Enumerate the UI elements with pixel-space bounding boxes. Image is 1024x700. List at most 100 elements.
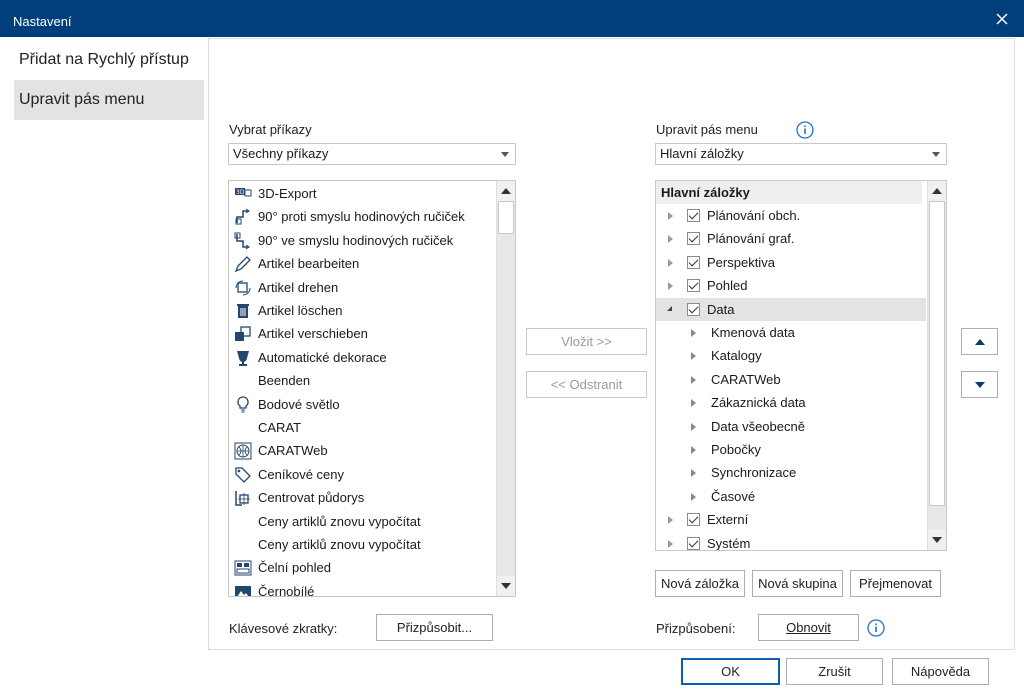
scroll-thumb[interactable] bbox=[929, 201, 945, 506]
globe-icon bbox=[234, 442, 252, 460]
collapsed-arrow-icon[interactable] bbox=[668, 516, 673, 525]
command-list-item[interactable]: Artikel bearbeiten bbox=[229, 252, 493, 275]
command-list-item[interactable]: 3D 3D-Export bbox=[229, 182, 493, 205]
tree-group-item[interactable]: Katalogy bbox=[656, 344, 926, 367]
info-icon[interactable] bbox=[867, 619, 885, 637]
tree-group-item[interactable]: Pobočky bbox=[656, 438, 926, 461]
arrow-up-icon bbox=[932, 188, 942, 194]
collapsed-arrow-icon[interactable] bbox=[691, 469, 696, 478]
collapsed-arrow-icon[interactable] bbox=[691, 329, 696, 337]
collapsed-arrow-icon[interactable] bbox=[691, 422, 696, 431]
tree-group-item[interactable]: Data všeobecně bbox=[656, 415, 926, 438]
price-tag-icon bbox=[234, 466, 252, 484]
tree-group-item[interactable]: Časové bbox=[656, 485, 926, 508]
command-list-item[interactable]: Ceny artiklů znovu vypočítat bbox=[229, 533, 493, 556]
command-label: Centrovat půdorys bbox=[258, 490, 365, 506]
collapsed-arrow-icon[interactable] bbox=[691, 446, 696, 454]
collapsed-arrow-icon[interactable] bbox=[691, 399, 696, 408]
cancel-button[interactable]: Zrušit bbox=[786, 658, 883, 685]
tab-checkbox[interactable] bbox=[687, 513, 700, 527]
tree-header-label: Hlavní záložky bbox=[661, 185, 750, 200]
expanded-arrow-icon[interactable] bbox=[667, 305, 672, 311]
tab-checkbox[interactable] bbox=[687, 302, 700, 316]
tree-scrollbar[interactable] bbox=[927, 181, 946, 550]
new-group-button[interactable]: Nová skupina bbox=[752, 570, 843, 597]
command-list-item[interactable]: 90° proti smyslu hodinových ručiček bbox=[229, 205, 493, 228]
scroll-down-button[interactable] bbox=[928, 530, 946, 550]
insert-button[interactable]: Vložit >> bbox=[526, 328, 647, 355]
command-list-item[interactable]: Ceníkové ceny bbox=[229, 463, 493, 486]
command-label: CARAT bbox=[258, 420, 302, 435]
tree-tab-item[interactable]: Pohled bbox=[656, 274, 926, 297]
nav-item-label: Upravit pás menu bbox=[19, 91, 145, 108]
help-button[interactable]: Nápověda bbox=[892, 658, 989, 685]
close-icon[interactable] bbox=[992, 9, 1012, 29]
tree-group-item[interactable]: CARATWeb bbox=[656, 368, 926, 391]
scroll-down-button[interactable] bbox=[497, 576, 515, 596]
tab-checkbox[interactable] bbox=[687, 209, 700, 222]
command-list-item[interactable]: Ceny artiklů znovu vypočítat bbox=[229, 510, 493, 533]
command-label: Ceny artiklů znovu vypočítat bbox=[258, 513, 421, 529]
tree-group-item[interactable]: Zákaznická data bbox=[656, 391, 926, 414]
command-list-item[interactable]: Artikel drehen bbox=[229, 276, 493, 299]
collapsed-arrow-icon[interactable] bbox=[668, 235, 673, 244]
customize-shortcuts-button[interactable]: Přizpůsobit... bbox=[376, 614, 493, 641]
commands-list[interactable]: Černobílé Čelní pohled Ceny artiklů znovu … bbox=[228, 180, 516, 597]
command-list-item[interactable]: Automatické dekorace bbox=[229, 346, 493, 369]
nav-item-customize-ribbon[interactable]: Upravit pás menu bbox=[14, 80, 204, 120]
tree-item-label: Perspektiva bbox=[707, 254, 775, 270]
command-list-item[interactable]: Čelní pohled bbox=[229, 556, 493, 579]
tree-tab-item[interactable]: Plánování obch. bbox=[656, 204, 926, 227]
ribbon-tabs-combobox[interactable]: Hlavní záložky bbox=[655, 143, 947, 165]
command-list-item[interactable]: Beenden bbox=[229, 369, 493, 392]
tab-checkbox[interactable] bbox=[687, 232, 700, 246]
commands-scrollbar[interactable] bbox=[496, 181, 515, 596]
command-label: CARATWeb bbox=[258, 443, 328, 459]
collapsed-arrow-icon[interactable] bbox=[668, 282, 673, 291]
rotate-cw-icon bbox=[234, 232, 252, 250]
command-list-item[interactable]: CARATWeb bbox=[229, 439, 493, 462]
tree-tab-item[interactable]: Externí bbox=[656, 508, 926, 531]
commands-combobox[interactable]: Všechny příkazy bbox=[228, 143, 516, 165]
command-list-item[interactable]: Artikel verschieben bbox=[229, 322, 493, 345]
tree-group-item[interactable]: Kmenová data bbox=[656, 321, 926, 344]
button-label: OK bbox=[721, 664, 740, 679]
move-down-button[interactable] bbox=[961, 371, 998, 398]
remove-button[interactable]: << Odstranit bbox=[526, 371, 647, 398]
chevron-down-icon bbox=[501, 152, 509, 157]
collapsed-arrow-icon[interactable] bbox=[668, 212, 673, 220]
command-list-item[interactable]: CARAT bbox=[229, 416, 493, 439]
tab-checkbox[interactable] bbox=[687, 536, 700, 550]
rename-button[interactable]: Přejmenovat bbox=[850, 570, 941, 597]
tree-tab-item[interactable]: Systém bbox=[656, 532, 926, 550]
new-tab-button[interactable]: Nová záložka bbox=[655, 570, 745, 597]
nav-item-quick-access[interactable]: Přidat na Rychlý přístup bbox=[14, 40, 204, 80]
collapsed-arrow-icon[interactable] bbox=[691, 352, 696, 361]
tree-item-label: CARATWeb bbox=[711, 371, 781, 387]
center-plan-icon bbox=[234, 489, 252, 507]
collapsed-arrow-icon[interactable] bbox=[668, 258, 673, 267]
scroll-up-button[interactable] bbox=[497, 181, 515, 201]
tree-tab-item[interactable]: Plánování graf. bbox=[656, 227, 926, 250]
command-list-item[interactable]: Centrovat půdorys bbox=[229, 486, 493, 509]
command-list-item[interactable]: Artikel löschen bbox=[229, 299, 493, 322]
tree-tab-item[interactable]: Perspektiva bbox=[656, 251, 926, 274]
button-label: Obnovit bbox=[786, 620, 831, 635]
tree-group-item[interactable]: Synchronizace bbox=[656, 461, 926, 484]
tab-checkbox[interactable] bbox=[687, 279, 700, 293]
tree-tab-item[interactable]: Data bbox=[656, 297, 926, 321]
scroll-up-button[interactable] bbox=[928, 181, 946, 201]
collapsed-arrow-icon[interactable] bbox=[691, 492, 696, 501]
collapsed-arrow-icon[interactable] bbox=[668, 539, 673, 548]
move-up-button[interactable] bbox=[961, 328, 998, 355]
info-icon[interactable] bbox=[796, 121, 814, 139]
restore-button[interactable]: Obnovit bbox=[758, 614, 859, 641]
tab-checkbox[interactable] bbox=[687, 255, 700, 269]
ok-button[interactable]: OK bbox=[681, 658, 780, 685]
ribbon-tree[interactable]: Hlavní záložky Plánování obch. Plánování … bbox=[655, 180, 947, 551]
scroll-thumb[interactable] bbox=[498, 201, 514, 234]
collapsed-arrow-icon[interactable] bbox=[691, 375, 696, 384]
command-list-item[interactable]: Bodové světlo bbox=[229, 393, 493, 416]
command-list-item[interactable]: Černobílé bbox=[229, 580, 493, 596]
command-list-item[interactable]: 90° ve smyslu hodinových ručiček bbox=[229, 229, 493, 252]
